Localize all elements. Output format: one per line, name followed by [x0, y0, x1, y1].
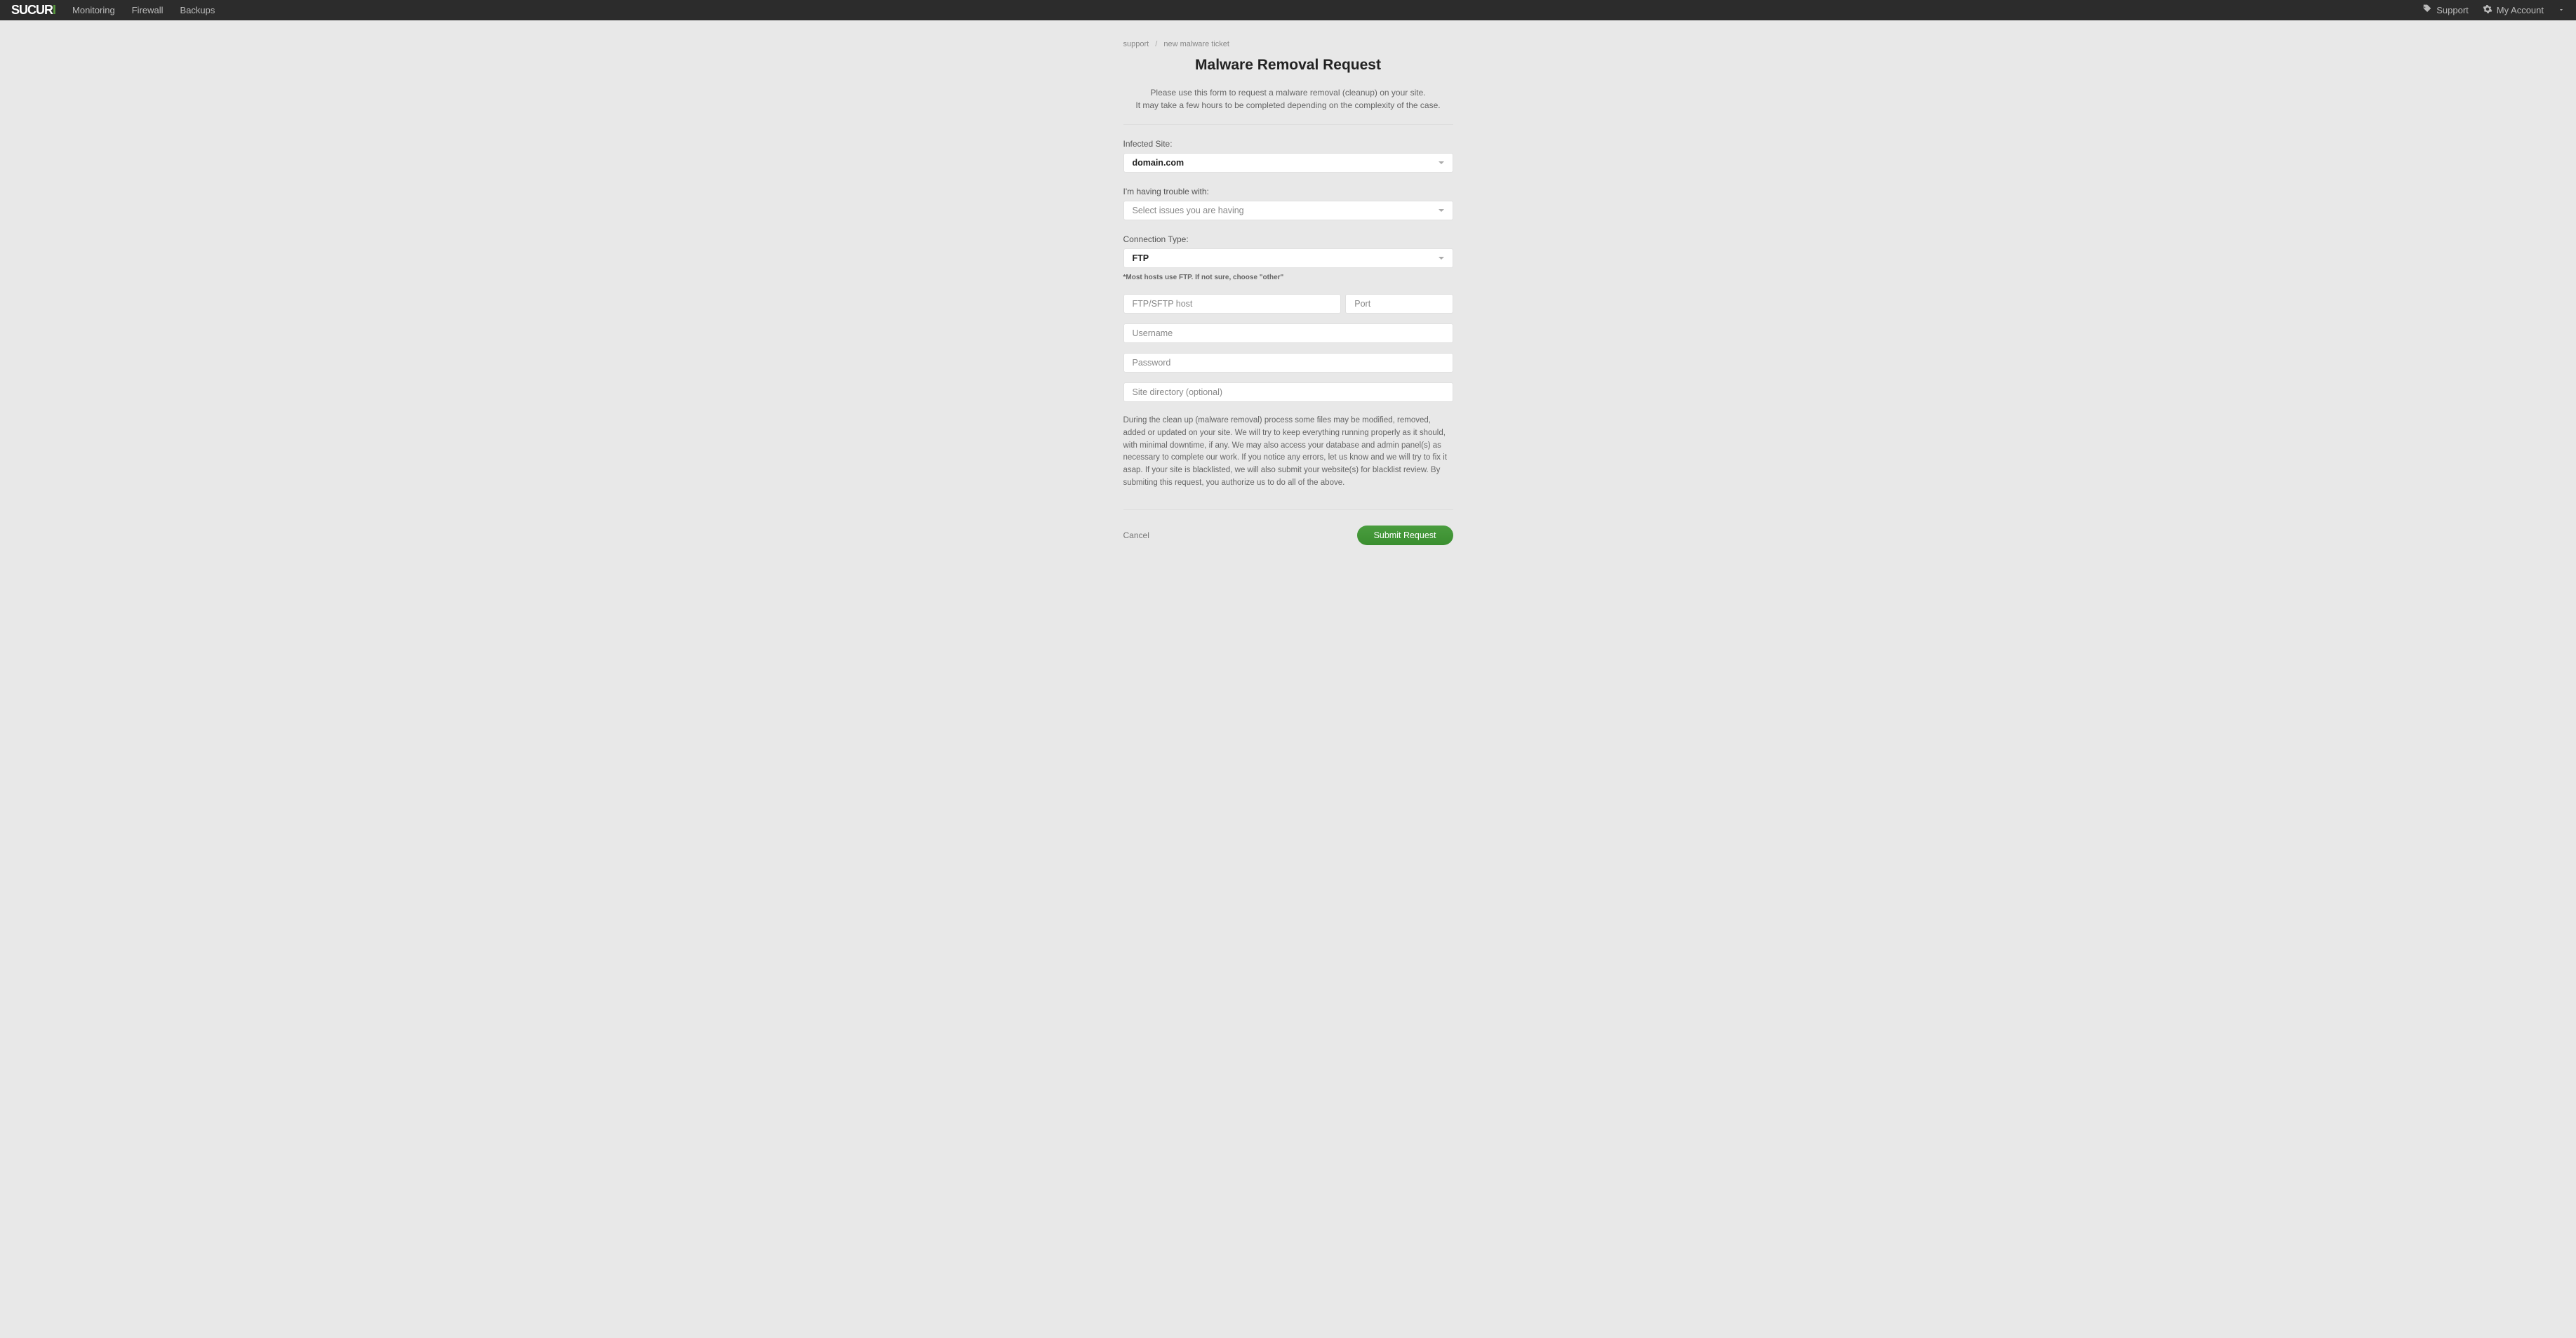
infected-site-select[interactable]: domain.com [1123, 153, 1453, 173]
username-input[interactable] [1123, 323, 1453, 343]
cancel-button[interactable]: Cancel [1123, 530, 1149, 540]
nav-firewall[interactable]: Firewall [132, 5, 163, 15]
conn-type-select[interactable]: FTP [1123, 248, 1453, 268]
nav-account[interactable]: My Account [2483, 4, 2544, 16]
nav-account-label: My Account [2497, 5, 2544, 15]
infected-site-label: Infected Site: [1123, 139, 1453, 149]
gear-icon [2483, 4, 2492, 16]
caret-down-icon [1439, 161, 1444, 164]
form-actions: Cancel Submit Request [1123, 526, 1453, 545]
breadcrumb-support[interactable]: support [1123, 40, 1149, 48]
caret-down-icon [1439, 209, 1444, 212]
nav-support[interactable]: Support [2422, 4, 2469, 16]
infected-site-group: Infected Site: domain.com [1123, 139, 1453, 173]
host-port-row [1123, 294, 1453, 314]
chevron-down-icon[interactable] [2558, 5, 2565, 15]
navbar-left: SUCURI Monitoring Firewall Backups [11, 3, 215, 18]
navbar: SUCURI Monitoring Firewall Backups Suppo… [0, 0, 2576, 20]
divider-top [1123, 124, 1453, 125]
conn-type-group: Connection Type: FTP [1123, 234, 1453, 268]
navbar-right: Support My Account [2422, 4, 2565, 16]
nav-backups[interactable]: Backups [180, 5, 215, 15]
submit-button[interactable]: Submit Request [1357, 526, 1453, 545]
nav-links: Monitoring Firewall Backups [72, 5, 215, 15]
trouble-placeholder: Select issues you are having [1133, 206, 1244, 215]
trouble-select[interactable]: Select issues you are having [1123, 201, 1453, 220]
host-input[interactable] [1123, 294, 1342, 314]
trouble-label: I'm having trouble with: [1123, 187, 1453, 196]
subtext-line1: Please use this form to request a malwar… [1150, 88, 1425, 98]
conn-type-label: Connection Type: [1123, 234, 1453, 244]
conn-type-value: FTP [1133, 253, 1149, 263]
logo[interactable]: SUCURI [11, 3, 55, 18]
page-title: Malware Removal Request [1123, 57, 1453, 74]
port-input[interactable] [1345, 294, 1453, 314]
breadcrumb-sep: / [1155, 40, 1157, 48]
disclaimer-text: During the clean up (malware removal) pr… [1123, 415, 1453, 490]
divider-bottom [1123, 509, 1453, 510]
password-input[interactable] [1123, 353, 1453, 373]
infected-site-value: domain.com [1133, 158, 1184, 168]
conn-hint: *Most hosts use FTP. If not sure, choose… [1123, 274, 1453, 281]
subtext-line2: It may take a few hours to be completed … [1135, 100, 1440, 110]
caret-down-icon [1439, 257, 1444, 260]
main-content: support / new malware ticket Malware Rem… [1123, 20, 1453, 573]
nav-monitoring[interactable]: Monitoring [72, 5, 115, 15]
tag-icon [2422, 4, 2432, 16]
trouble-group: I'm having trouble with: Select issues y… [1123, 187, 1453, 220]
page-subtext: Please use this form to request a malwar… [1123, 86, 1453, 112]
directory-input[interactable] [1123, 382, 1453, 402]
breadcrumb: support / new malware ticket [1123, 40, 1453, 48]
nav-support-label: Support [2436, 5, 2469, 15]
breadcrumb-current: new malware ticket [1163, 40, 1229, 48]
